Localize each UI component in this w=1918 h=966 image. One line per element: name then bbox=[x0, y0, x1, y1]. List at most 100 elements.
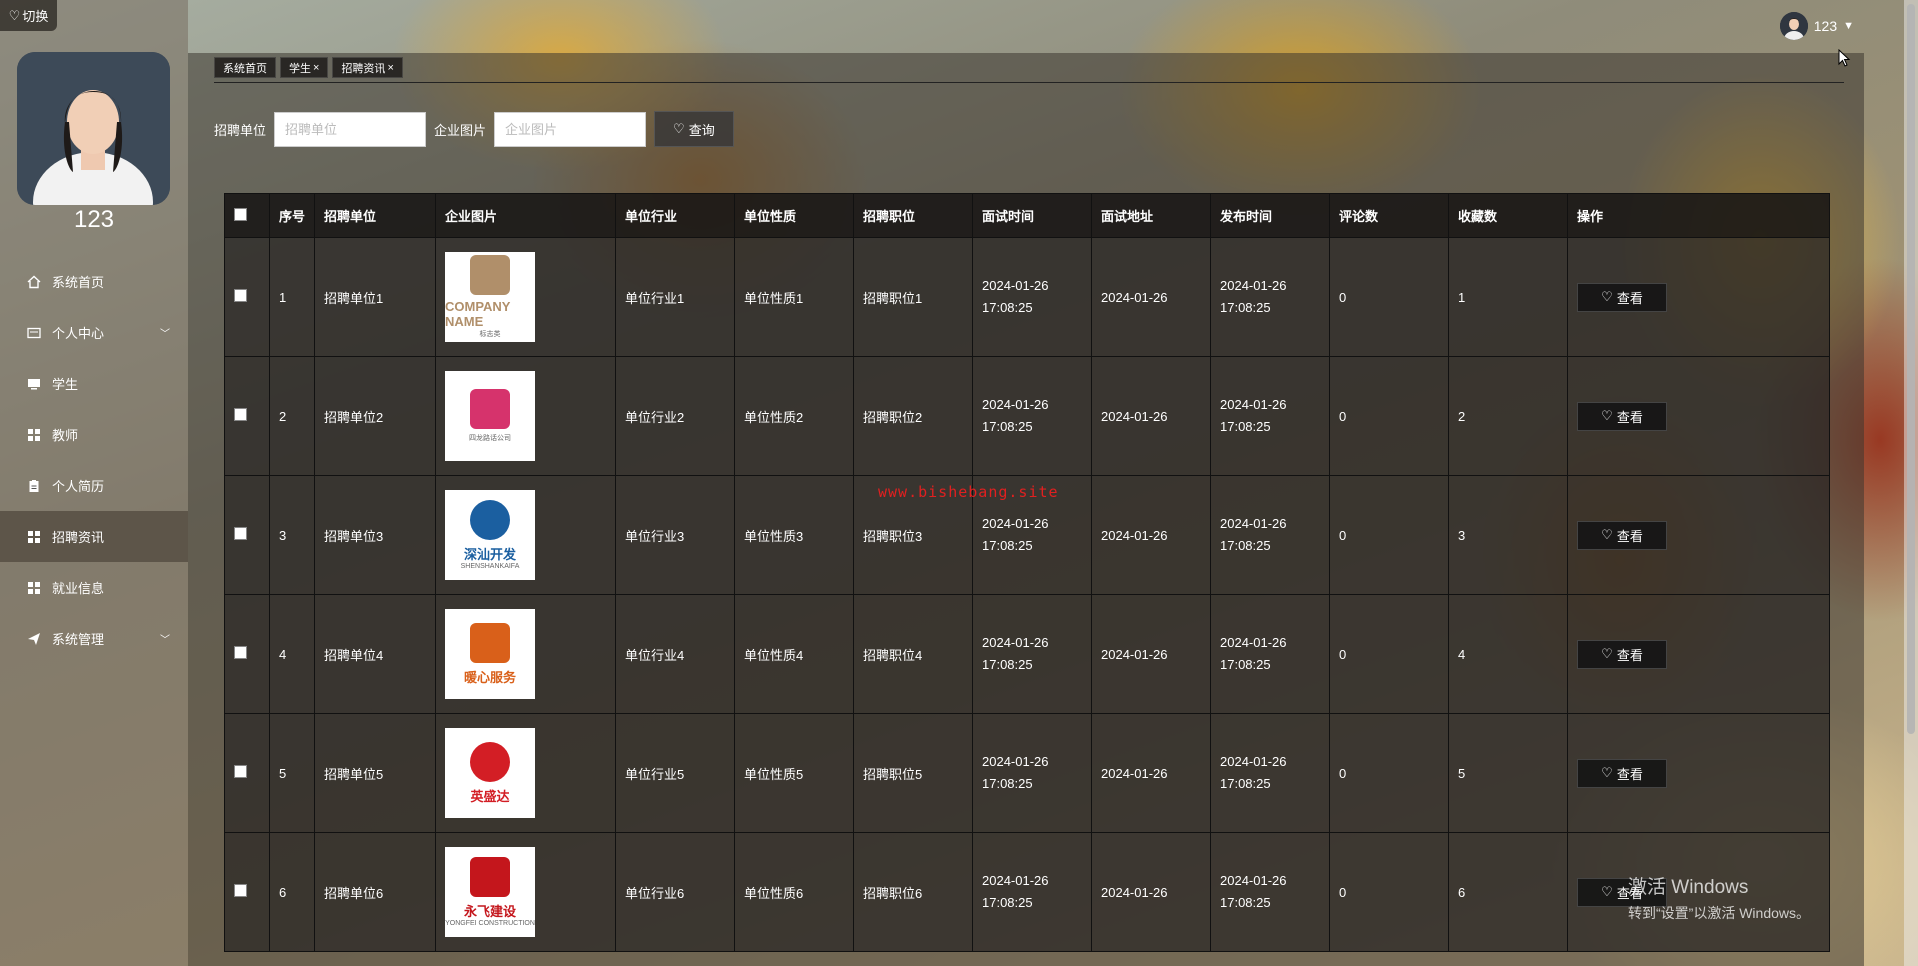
cell-no: 2 bbox=[269, 356, 315, 476]
switch-button[interactable]: ♡ 切换 bbox=[0, 0, 57, 31]
sidebar-item-students[interactable]: 学生 bbox=[0, 358, 188, 409]
heart-icon: ♡ bbox=[1601, 884, 1613, 899]
image-filter-label: 企业图片 bbox=[434, 122, 487, 138]
cell-interview-time: 2024-01-26 17:08:25 bbox=[972, 832, 1092, 952]
clipboard-icon bbox=[26, 478, 42, 494]
table-header-row: 序号 招聘单位 企业图片 单位行业 单位性质 招聘职位 面试时间 面试地址 发布… bbox=[224, 193, 1830, 238]
column-header: 单位性质 bbox=[734, 193, 854, 238]
home-icon bbox=[26, 274, 42, 290]
row-select-cell bbox=[224, 832, 270, 952]
paper-plane-icon bbox=[26, 631, 42, 647]
row-checkbox[interactable] bbox=[234, 884, 247, 897]
row-checkbox[interactable] bbox=[234, 646, 247, 659]
company-logo-image: 四龙路话公司 bbox=[445, 371, 535, 461]
company-filter-input[interactable] bbox=[274, 111, 427, 147]
logo-mark bbox=[470, 255, 510, 295]
caret-down-icon: ▼ bbox=[1843, 20, 1854, 32]
switch-label: 切换 bbox=[22, 9, 49, 24]
tag-home[interactable]: 系统首页 bbox=[214, 57, 276, 78]
cell-industry: 单位行业2 bbox=[615, 356, 735, 476]
heart-icon: ♡ bbox=[1601, 646, 1613, 661]
sidebar-item-system-management[interactable]: 系统管理 ﹀ bbox=[0, 613, 188, 664]
select-all-checkbox[interactable] bbox=[234, 207, 247, 221]
tag-recruitment-news[interactable]: 招聘资讯 × bbox=[332, 57, 403, 78]
id-card-icon bbox=[26, 325, 42, 341]
sidebar: ♡ 切换 123 系统首页 个人中心 ﹀ 学生 教师 个人简历 招聘资讯 就业信… bbox=[0, 0, 188, 966]
cell-publish-time: 2024-01-26 17:08:25 bbox=[1210, 713, 1330, 833]
column-header: 发布时间 bbox=[1210, 193, 1330, 238]
company-logo-cell: COMPANY NAME 标志类 bbox=[435, 237, 616, 357]
grid-icon bbox=[26, 529, 42, 545]
query-button[interactable]: ♡ 查询 bbox=[654, 111, 734, 147]
tag-students[interactable]: 学生 × bbox=[280, 57, 329, 78]
column-header: 评论数 bbox=[1329, 193, 1449, 238]
cell-nature: 单位性质3 bbox=[734, 475, 854, 595]
logo-subtext: 四龙路话公司 bbox=[469, 435, 511, 442]
sidebar-item-recruitment-news[interactable]: 招聘资讯 bbox=[0, 511, 188, 562]
activation-hint: 转到“设置”以激活 Windows。 bbox=[1628, 905, 1811, 921]
cell-comments: 0 bbox=[1329, 475, 1449, 595]
page-scrollbar[interactable] bbox=[1904, 0, 1918, 966]
view-button[interactable]: ♡ 查看 bbox=[1577, 758, 1667, 788]
row-actions-cell: ♡ 查看 bbox=[1567, 475, 1830, 595]
table-row: 2 招聘单位2 四龙路话公司 单位行业2 单位性质2 招聘职位2 2024-01-26 17… bbox=[224, 356, 1830, 476]
heart-icon: ♡ bbox=[1601, 408, 1613, 423]
logo-text: 永飞建设 bbox=[463, 904, 516, 919]
cell-address: 2024-01-26 bbox=[1091, 237, 1211, 357]
cell-position: 招聘职位1 bbox=[853, 237, 973, 357]
row-checkbox[interactable] bbox=[234, 289, 247, 302]
close-icon[interactable]: × bbox=[313, 62, 319, 74]
column-header: 序号 bbox=[269, 193, 315, 238]
activation-title: 激活 Windows bbox=[1628, 877, 1749, 898]
row-checkbox[interactable] bbox=[234, 527, 247, 540]
cell-publish-time: 2024-01-26 17:08:25 bbox=[1210, 594, 1330, 714]
company-logo-image: 永飞建设 YONGFEI CONSTRUCTION bbox=[445, 847, 535, 937]
company-filter-label: 招聘单位 bbox=[214, 122, 267, 138]
row-checkbox[interactable] bbox=[234, 408, 247, 421]
column-header: 面试地址 bbox=[1091, 193, 1211, 238]
sidebar-item-teachers[interactable]: 教师 bbox=[0, 409, 188, 460]
company-logo-image: COMPANY NAME 标志类 bbox=[445, 252, 535, 342]
cell-interview-time: 2024-01-26 17:08:25 bbox=[972, 237, 1092, 357]
logo-mark bbox=[470, 622, 510, 663]
view-button[interactable]: ♡ 查看 bbox=[1577, 520, 1667, 550]
sidebar-item-home[interactable]: 系统首页 bbox=[0, 256, 188, 307]
cell-industry: 单位行业6 bbox=[615, 832, 735, 952]
company-logo-image: 深汕开发 SHENSHANKAIFA bbox=[445, 490, 535, 580]
tag-label: 招聘资讯 bbox=[341, 62, 386, 75]
close-icon[interactable]: × bbox=[387, 62, 393, 74]
view-button-label: 查看 bbox=[1616, 766, 1643, 782]
cell-interview-time: 2024-01-26 17:08:25 bbox=[972, 356, 1092, 476]
tag-label: 学生 bbox=[289, 62, 311, 75]
sidebar-item-resume[interactable]: 个人简历 bbox=[0, 460, 188, 511]
sidebar-item-employment-info[interactable]: 就业信息 bbox=[0, 562, 188, 613]
cell-address: 2024-01-26 bbox=[1091, 475, 1211, 595]
sidebar-item-label: 系统首页 bbox=[52, 275, 105, 290]
image-filter-input[interactable] bbox=[494, 111, 647, 147]
heart-icon: ♡ bbox=[1601, 289, 1613, 304]
table-row: 5 招聘单位5 英盛达 单位行业5 单位性质5 招聘职位5 2024-01-26 17:08… bbox=[224, 713, 1830, 833]
company-logo-cell: 深汕开发 SHENSHANKAIFA bbox=[435, 475, 616, 595]
view-button[interactable]: ♡ 查看 bbox=[1577, 282, 1667, 312]
view-button[interactable]: ♡ 查看 bbox=[1577, 639, 1667, 669]
column-header: 招聘职位 bbox=[853, 193, 973, 238]
logo-text: 暖心服务 bbox=[463, 669, 516, 685]
logo-mark bbox=[470, 389, 510, 429]
logo-text: COMPANY NAME bbox=[445, 299, 511, 329]
cell-comments: 0 bbox=[1329, 237, 1449, 357]
logo-text: 英盛达 bbox=[470, 788, 510, 804]
sidebar-item-personal-center[interactable]: 个人中心 ﹀ bbox=[0, 307, 188, 358]
cell-favorites: 4 bbox=[1448, 594, 1568, 714]
heart-icon: ♡ bbox=[1601, 765, 1613, 780]
tag-divider bbox=[214, 82, 1844, 83]
view-button[interactable]: ♡ 查看 bbox=[1577, 401, 1667, 431]
company-logo-cell: 英盛达 bbox=[435, 713, 616, 833]
user-menu[interactable]: 123 ▼ bbox=[1779, 12, 1854, 40]
logo-mark bbox=[470, 500, 510, 540]
user-avatar bbox=[17, 52, 170, 205]
company-logo-image: 英盛达 bbox=[445, 728, 535, 818]
scrollbar-thumb[interactable] bbox=[1907, 4, 1915, 734]
cell-comments: 0 bbox=[1329, 832, 1449, 952]
view-button-label: 查看 bbox=[1616, 409, 1643, 425]
row-checkbox[interactable] bbox=[234, 765, 247, 778]
